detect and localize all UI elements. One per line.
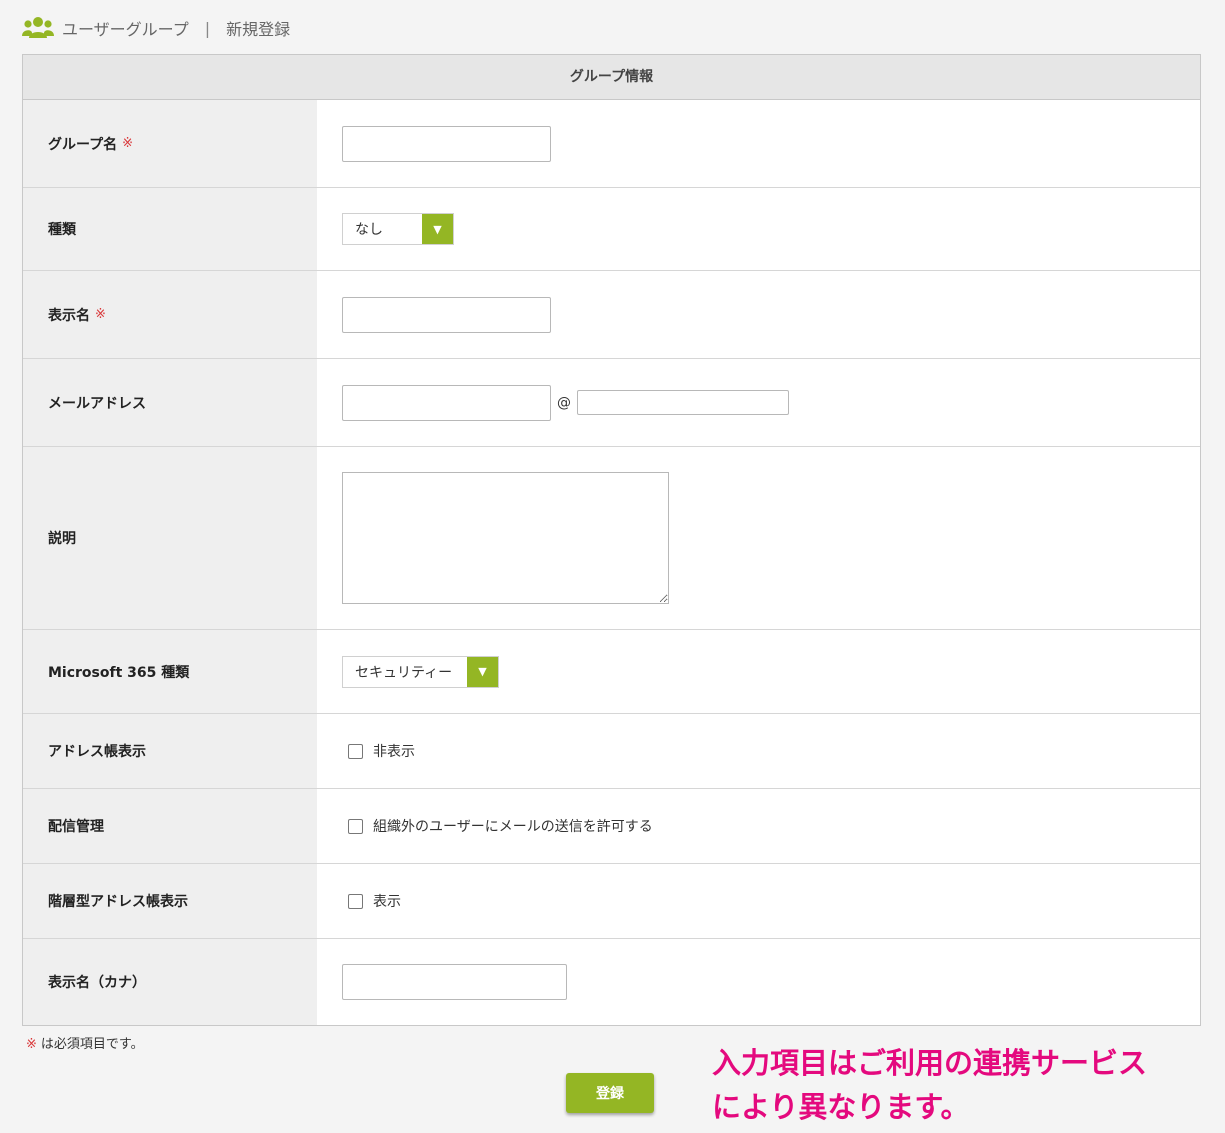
row-kana: 表示名（カナ）: [23, 939, 1200, 1025]
ms365-type-select[interactable]: セキュリティー ▼: [342, 655, 499, 688]
group-name-label: グループ名 ※: [23, 100, 317, 187]
type-select[interactable]: なし ▼: [342, 213, 454, 245]
email-local-input[interactable]: [342, 384, 551, 421]
delivery-label: 配信管理: [23, 789, 317, 863]
at-sign: @: [557, 394, 571, 411]
register-button[interactable]: 登録: [566, 1073, 654, 1113]
form-title: グループ情報: [23, 55, 1200, 100]
description-label: 説明: [23, 447, 317, 629]
kana-label: 表示名（カナ）: [23, 939, 317, 1025]
ms365-type-label: Microsoft 365 種類: [23, 630, 317, 713]
required-mark: ※: [95, 307, 106, 322]
kana-input[interactable]: [342, 964, 567, 1000]
breadcrumb-separator: |: [204, 18, 211, 38]
page-header: ユーザーグループ | 新規登録: [22, 14, 290, 42]
email-label: メールアドレス: [23, 359, 317, 446]
hierarchical-show-checkbox[interactable]: 表示: [342, 891, 401, 911]
annotation-text: 入力項目はご利用の連携サービス により異なります。: [712, 1046, 1148, 1124]
description-textarea[interactable]: [342, 472, 669, 604]
display-name-label: 表示名 ※: [23, 271, 317, 358]
address-book-label: アドレス帳表示: [23, 714, 317, 788]
required-note: ※ は必須項目です。: [26, 1037, 144, 1052]
page-title: 新規登録: [226, 20, 291, 39]
checkbox-box[interactable]: [348, 818, 363, 834]
group-form: グループ情報 グループ名 ※ 種類 なし ▼ 表示名 ※ メールアドレス @ 説…: [22, 54, 1201, 1026]
checkbox-box[interactable]: [348, 893, 363, 909]
email-domain-input[interactable]: [577, 390, 789, 415]
ms365-type-select-value: セキュリティー: [355, 664, 453, 681]
required-mark: ※: [26, 1037, 37, 1052]
allow-external-mail-checkbox[interactable]: 組織外のユーザーにメールの送信を許可する: [342, 816, 653, 836]
row-delivery: 配信管理 組織外のユーザーにメールの送信を許可する: [23, 789, 1200, 864]
row-address-book: アドレス帳表示 非表示: [23, 714, 1200, 789]
type-label: 種類: [23, 188, 317, 270]
row-description: 説明: [23, 447, 1200, 630]
checkbox-label: 組織外のユーザーにメールの送信を許可する: [373, 819, 653, 835]
users-icon: [22, 17, 54, 38]
dropdown-arrow-icon: ▼: [422, 214, 453, 244]
checkbox-label: 表示: [373, 894, 401, 910]
row-type: 種類 なし ▼: [23, 188, 1200, 271]
address-book-hide-checkbox[interactable]: 非表示: [342, 741, 415, 761]
checkbox-box[interactable]: [348, 743, 363, 759]
row-ms365-type: Microsoft 365 種類 セキュリティー ▼: [23, 630, 1200, 714]
breadcrumb-section: ユーザーグループ: [62, 20, 189, 39]
hierarchical-label: 階層型アドレス帳表示: [23, 864, 317, 938]
row-hierarchical: 階層型アドレス帳表示 表示: [23, 864, 1200, 939]
dropdown-arrow-icon: ▼: [467, 656, 498, 687]
row-display-name: 表示名 ※: [23, 271, 1200, 359]
type-select-value: なし: [355, 222, 383, 238]
checkbox-label: 非表示: [373, 744, 415, 760]
required-mark: ※: [122, 136, 134, 151]
group-name-input[interactable]: [342, 125, 551, 162]
row-email: メールアドレス @: [23, 359, 1200, 447]
row-group-name: グループ名 ※: [23, 100, 1200, 188]
display-name-input[interactable]: [342, 296, 551, 333]
